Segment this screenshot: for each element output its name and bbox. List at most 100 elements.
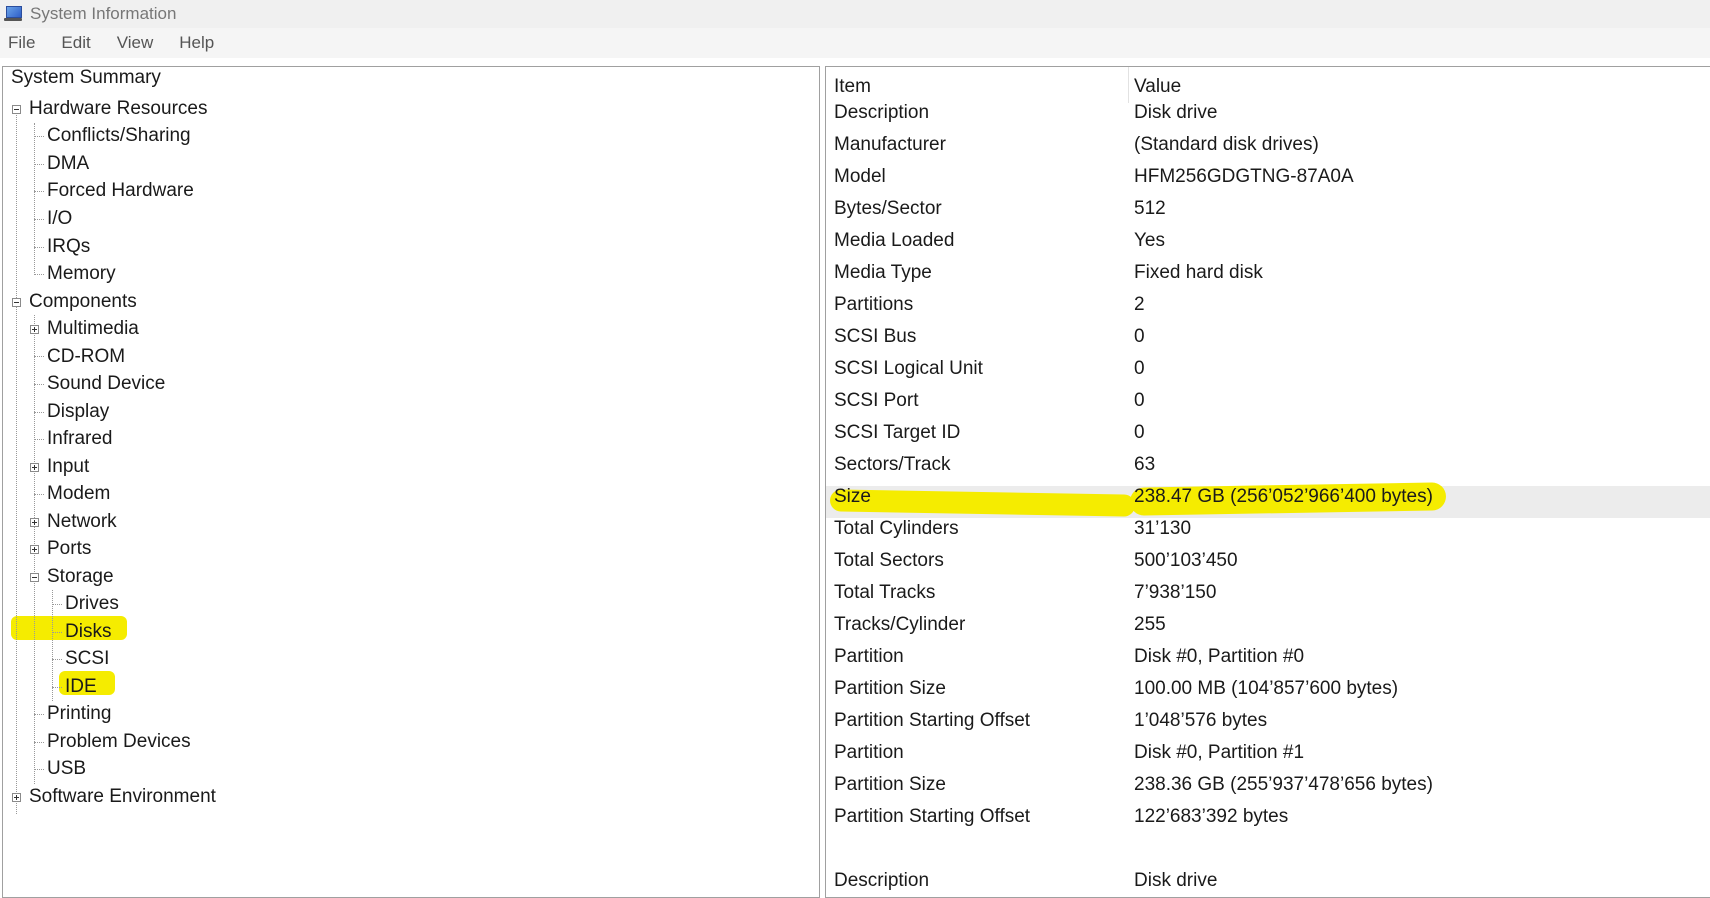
value-cell: 100.00 MB (104’857’600 bytes) [1134,678,1399,699]
table-row[interactable]: Size 238.47 GB (256’052’966’400 bytes) [826,481,1710,513]
menu-file[interactable]: File [0,33,43,53]
tree-label: Ports [47,538,92,559]
tree-item-irqs[interactable]: IRQs [45,234,92,260]
tree-item-multimedia[interactable]: Multimedia [45,316,141,342]
table-row[interactable]: Partitions 2 [826,289,1710,321]
ports-expand-icon[interactable] [30,545,39,554]
tree-label: Modem [47,483,111,504]
tree-label: CD-ROM [47,346,126,367]
table-row[interactable]: Model HFM256GDGTNG-87A0A [826,161,1710,193]
tree-item-printing[interactable]: Printing [45,701,113,727]
tree-item-io[interactable]: I/O [45,206,74,232]
item-cell: Media Type [834,262,932,283]
table-row[interactable]: Manufacturer (Standard disk drives) [826,129,1710,161]
software-environment-expand-icon[interactable] [12,793,21,802]
table-row[interactable]: Total Tracks 7’938’150 [826,577,1710,609]
table-row[interactable]: Partition Starting Offset 122’683’392 byt… [826,801,1710,833]
tree-label: USB [47,758,87,779]
table-row[interactable]: Partition Size 100.00 MB (104’857’600 byt… [826,673,1710,705]
value-cell: HFM256GDGTNG-87A0A [1134,166,1354,187]
tree-item-input[interactable]: Input [45,454,91,480]
table-row[interactable]: Bytes/Sector 512 [826,193,1710,225]
value-cell: 255 [1134,614,1166,635]
table-row[interactable]: Media Loaded Yes [826,225,1710,257]
tree-item-usb[interactable]: USB [45,756,88,782]
tree-item-hardware-resources[interactable]: Hardware Resources [27,96,209,122]
tree-item-sound-device[interactable]: Sound Device [45,371,167,397]
table-row[interactable]: Partition Starting Offset 1’048’576 bytes [826,705,1710,737]
value-cell: 512 [1134,198,1166,219]
tree-item-dma[interactable]: DMA [45,151,91,177]
item-cell: Total Sectors [834,550,944,571]
menu-view[interactable]: View [109,33,162,53]
tree-item-network[interactable]: Network [45,509,119,535]
components-collapse-icon[interactable] [12,298,21,307]
item-cell: Model [834,166,886,187]
menu-help[interactable]: Help [171,33,222,53]
value-cell: Disk drive [1134,870,1218,891]
tree-item-drives[interactable]: Drives [63,591,121,617]
item-cell: SCSI Port [834,390,919,411]
table-row[interactable]: Partition Size 238.36 GB (255’937’478’656… [826,769,1710,801]
table-row[interactable]: Tracks/Cylinder 255 [826,609,1710,641]
table-row[interactable]: Total Sectors 500’103’450 [826,545,1710,577]
tree-label: Problem Devices [47,731,191,752]
tree-item-infrared[interactable]: Infrared [45,426,114,452]
tree-item-software-environment[interactable]: Software Environment [27,784,218,810]
table-row[interactable]: Partition Disk #0, Partition #0 [826,641,1710,673]
tree-item-scsi[interactable]: SCSI [63,646,111,672]
value-cell: 2 [1134,294,1145,315]
item-cell: Tracks/Cylinder [834,614,966,635]
value-cell: 500’103’450 [1134,550,1238,571]
table-row[interactable]: SCSI Target ID 0 [826,417,1710,449]
tree-label: Forced Hardware [47,180,194,201]
tree-item-problem-devices[interactable]: Problem Devices [45,729,193,755]
table-row[interactable]: SCSI Port 0 [826,385,1710,417]
table-row[interactable]: Partition Disk #0, Partition #1 [826,737,1710,769]
input-expand-icon[interactable] [30,463,39,472]
tree-item-memory[interactable]: Memory [45,261,118,287]
tree-item-conflicts-sharing[interactable]: Conflicts/Sharing [45,123,193,149]
tree-item-modem[interactable]: Modem [45,481,112,507]
hardware-resources-collapse-icon[interactable] [12,105,21,114]
tree-item-ide[interactable]: IDE [63,674,99,700]
tree-item-storage[interactable]: Storage [45,564,116,590]
table-row[interactable]: Sectors/Track 63 [826,449,1710,481]
value-cell: 0 [1134,358,1145,379]
tree-label: Network [47,511,117,532]
tree-label: SCSI [65,648,110,669]
menu-edit[interactable]: Edit [53,33,98,53]
table-row[interactable]: SCSI Logical Unit 0 [826,353,1710,385]
tree-item-disks[interactable]: Disks [63,619,113,645]
value-cell: 0 [1134,326,1145,347]
value-cell: 238.47 GB (256’052’966’400 bytes) [1134,486,1433,507]
table-row[interactable]: Total Cylinders 31’130 [826,513,1710,545]
item-cell: Partition Size [834,678,946,699]
tree-item-cd-rom[interactable]: CD-ROM [45,344,127,370]
item-cell: Sectors/Track [834,454,951,475]
tree-item-system-summary[interactable]: System Summary [9,67,163,91]
value-cell: 31’130 [1134,518,1192,539]
tree-item-forced-hardware[interactable]: Forced Hardware [45,178,196,204]
tree-item-ports[interactable]: Ports [45,536,93,562]
tree-item-display[interactable]: Display [45,399,111,425]
tree-item-components[interactable]: Components [27,289,139,315]
item-cell: Total Tracks [834,582,936,603]
storage-collapse-icon[interactable] [30,573,39,582]
tree-label: Input [47,456,90,477]
table-row[interactable]: Media Type Fixed hard disk [826,257,1710,289]
multimedia-expand-icon[interactable] [30,325,39,334]
details-table-pane[interactable]: Item Value Description Disk drive Manufact… [825,66,1710,898]
title-bar: System Information [0,0,1710,28]
item-cell: Description [834,102,930,123]
category-tree-pane[interactable]: System Summary Hardware Resources Confli… [2,66,820,898]
tree-label: Infrared [47,428,113,449]
table-row[interactable]: Description Disk drive [826,97,1710,129]
table-row[interactable]: SCSI Bus 0 [826,321,1710,353]
table-row[interactable]: Description Disk drive [826,865,1710,897]
value-cell: Disk drive [1134,102,1218,123]
network-expand-icon[interactable] [30,518,39,527]
tree-label: Display [47,401,110,422]
value-cell: (Standard disk drives) [1134,134,1319,155]
tree-label: Disks [65,621,112,642]
